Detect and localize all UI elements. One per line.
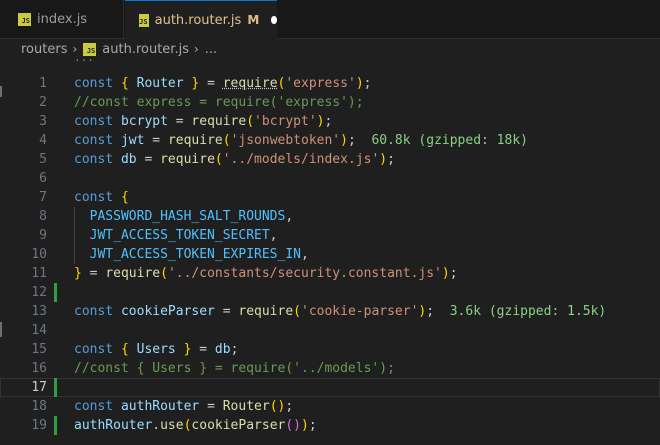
code-line[interactable]: 11 } = require('../constants/security.con… [0, 264, 660, 283]
line-number: 8 [39, 209, 47, 224]
added-line-marker[interactable] [54, 378, 57, 397]
code-line[interactable]: 2 //const express = require('express'); [0, 93, 660, 112]
code-line[interactable]: 9 JWT_ACCESS_TOKEN_SECRET, [0, 226, 660, 245]
js-file-icon: JS [139, 13, 149, 27]
code-text: const authRouter = Router(); [74, 399, 294, 414]
added-line-marker[interactable] [54, 283, 57, 302]
code-line[interactable]: 4 const jwt = require('jsonwebtoken'); 60… [0, 131, 660, 150]
line-number: 14 [31, 323, 47, 338]
line-number: 3 [39, 114, 47, 129]
code-line[interactable]: 6 [0, 169, 660, 188]
line-number: 19 [31, 418, 47, 433]
line-number: 7 [39, 190, 47, 205]
code-text: const { Router } = require('express'); [74, 76, 372, 91]
line-number: 11 [31, 266, 47, 281]
tab-auth-router-js[interactable]: JS auth.router.js M [125, 0, 277, 39]
code-line[interactable]: 10 JWT_ACCESS_TOKEN_EXPIRES_IN, [0, 245, 660, 264]
line-number: 17 [31, 380, 47, 395]
tab-label: index.js [37, 11, 88, 27]
line-number: 6 [39, 171, 47, 186]
breadcrumb-more[interactable]: ... [205, 42, 217, 57]
code-text: authRouter.use(cookieParser()); [74, 418, 317, 433]
code-line-active[interactable]: 17 [0, 378, 660, 397]
code-line[interactable]: 14 [0, 321, 660, 340]
code-text: const db = require('../models/index.js')… [74, 152, 395, 167]
modified-badge: M [247, 13, 260, 27]
code-line[interactable]: 5 const db = require('../models/index.js'… [0, 150, 660, 169]
code-line[interactable]: 15 const { Users } = db; [0, 340, 660, 359]
line-number: 16 [31, 361, 47, 376]
import-cost-hint: 3.6k (gzipped: 1.5k) [449, 304, 607, 319]
code-text: const jwt = require('jsonwebtoken'); 60.… [74, 133, 528, 148]
line-number: 5 [39, 152, 47, 167]
code-text: PASSWORD_HASH_SALT_ROUNDS, [89, 209, 294, 224]
code-line[interactable]: 12 [0, 283, 660, 302]
line-number: 9 [39, 228, 47, 243]
code-text: const { [74, 190, 129, 205]
code-text: JWT_ACCESS_TOKEN_SECRET, [89, 228, 278, 243]
code-text: //const { Users } = require('../models')… [74, 361, 395, 376]
code-text: //const express = require('express'); [74, 95, 364, 110]
line-number: 13 [31, 304, 47, 319]
code-line[interactable]: 3 const bcrypt = require('bcrypt'); [0, 112, 660, 131]
code-line[interactable]: 16 //const { Users } = require('../models… [0, 359, 660, 378]
line-number: 2 [39, 95, 47, 110]
line-number: 10 [31, 247, 47, 262]
breadcrumb-folder[interactable]: routers [21, 42, 67, 57]
line-number: 12 [31, 285, 47, 300]
code-line[interactable]: 1 const { Router } = require('express'); [0, 74, 660, 93]
code-line[interactable]: 19 authRouter.use(cookieParser()); [0, 416, 660, 435]
tab-bar: JS index.js JS auth.router.js M [0, 0, 660, 39]
tab-index-js[interactable]: JS index.js [0, 0, 124, 38]
line-number: 1 [39, 76, 47, 91]
line-number: 18 [31, 399, 47, 414]
code-text: const { Users } = db; [74, 342, 239, 357]
code-line[interactable]: 8 PASSWORD_HASH_SALT_ROUNDS, [0, 207, 660, 226]
folded-lines-indicator[interactable]: ··· [0, 55, 660, 66]
code-text: const bcrypt = require('bcrypt'); [74, 114, 333, 129]
code-line[interactable]: 13 const cookieParser = require('cookie-p… [0, 302, 660, 321]
code-line[interactable]: 7 const { [0, 188, 660, 207]
js-file-icon: JS [18, 12, 31, 26]
breadcrumb-file[interactable]: auth.router.js [102, 42, 189, 57]
code-text: } = require('../constants/security.const… [74, 266, 458, 281]
tab-label: auth.router.js [154, 12, 242, 28]
import-cost-hint: 60.8k (gzipped: 18k) [371, 133, 528, 148]
unsaved-dot-icon[interactable] [271, 16, 277, 24]
code-editor[interactable]: ··· 1 const { Router } = require('express… [0, 55, 660, 445]
added-line-marker[interactable] [54, 416, 57, 435]
line-number: 4 [39, 133, 47, 148]
line-number: 15 [31, 342, 47, 357]
code-text: const cookieParser = require('cookie-par… [74, 304, 607, 319]
code-text: JWT_ACCESS_TOKEN_EXPIRES_IN, [89, 247, 309, 262]
chevron-right-icon: › [193, 42, 199, 56]
code-line[interactable]: 18 const authRouter = Router(); [0, 397, 660, 416]
